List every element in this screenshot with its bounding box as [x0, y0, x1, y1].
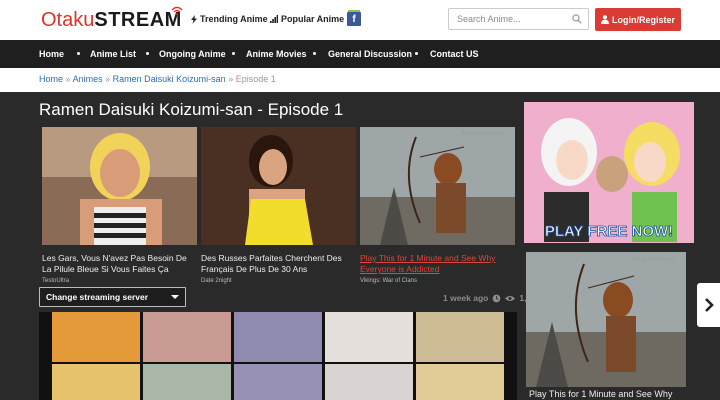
preview-frame	[325, 364, 413, 400]
preview-frame	[143, 364, 231, 400]
bolt-icon	[191, 14, 197, 24]
nav-ongoing-anime[interactable]: Ongoing Anime	[159, 40, 226, 68]
breadcrumb: Home » Animes » Ramen Daisuki Koizumi-sa…	[39, 74, 276, 84]
sponsored-card[interactable]: Des Russes Parfaites Cherchent Des Franç…	[201, 127, 356, 284]
streaming-server-select[interactable]: Change streaming server	[39, 287, 186, 307]
ad-caption[interactable]: Play This for 1 Minute and See Why Every…	[360, 253, 515, 275]
server-select-label: Change streaming server	[46, 292, 149, 302]
trending-label: Trending Anime	[200, 14, 268, 24]
popular-anime-link[interactable]: Popular Anime	[270, 14, 344, 24]
facebook-icon[interactable]: f	[347, 12, 361, 26]
next-slide-button[interactable]	[697, 283, 720, 327]
breadcrumb-home[interactable]: Home	[39, 74, 63, 84]
nav-separator	[415, 52, 418, 55]
episode-preview-grid[interactable]	[39, 312, 517, 400]
sponsored-card[interactable]: Play This for 1 Minute and See Why Every…	[360, 127, 515, 284]
breadcrumb-animes[interactable]: Animes	[73, 74, 103, 84]
page-title: Ramen Daisuki Koizumi-san - Episode 1	[39, 100, 344, 119]
ad-caption[interactable]: Des Russes Parfaites Cherchent Des Franç…	[201, 253, 356, 275]
nav-separator	[146, 52, 149, 55]
preview-frame	[416, 364, 504, 400]
preview-frame	[325, 312, 413, 362]
nav-general-discussion[interactable]: General Discussion	[328, 40, 412, 68]
preview-frame	[416, 312, 504, 362]
search-input[interactable]	[449, 9, 567, 29]
trending-anime-link[interactable]: Trending Anime	[191, 14, 268, 24]
nav-home[interactable]: Home	[39, 40, 64, 68]
ad-thumbnail[interactable]	[201, 127, 356, 245]
preview-frame	[52, 364, 140, 400]
ad-source: Date 2night	[201, 278, 232, 284]
nav-anime-movies[interactable]: Anime Movies	[246, 40, 307, 68]
sidebar-ad-caption[interactable]: Play This for 1 Minute and See Why	[529, 389, 672, 399]
chevron-down-icon	[171, 295, 179, 299]
game-banner-ad[interactable]: PLAY FREE NOW!	[524, 102, 694, 243]
logo-stream: STREAM	[94, 9, 182, 31]
search-box	[448, 8, 589, 30]
nav-separator	[313, 52, 316, 55]
preview-frame	[234, 312, 322, 362]
clock-icon	[492, 294, 501, 302]
login-label: Login/Register	[611, 14, 675, 25]
preview-frame	[143, 312, 231, 362]
nav-separator	[232, 52, 235, 55]
ad-source: Vikings: War of Clans	[360, 278, 418, 284]
banner-text: PLAY FREE NOW!	[545, 223, 673, 240]
site-logo[interactable]: OtakuSTREAM	[41, 6, 183, 31]
wifi-icon	[171, 6, 183, 16]
breadcrumb-current: Episode 1	[235, 74, 276, 84]
site-header: OtakuSTREAM Trending Anime Popular Anime…	[0, 0, 720, 40]
preview-frame	[234, 364, 322, 400]
breadcrumb-series[interactable]: Ramen Daisuki Koizumi-san	[113, 74, 226, 84]
ad-thumbnail[interactable]	[360, 127, 515, 245]
chevron-right-icon	[705, 298, 714, 312]
breadcrumb-separator: »	[65, 74, 71, 84]
breadcrumb-bar: Home » Animes » Ramen Daisuki Koizumi-sa…	[0, 68, 720, 92]
search-icon[interactable]	[572, 14, 582, 24]
eye-icon	[505, 295, 516, 301]
user-icon	[600, 15, 609, 24]
login-register-button[interactable]: Login/Register	[595, 8, 681, 31]
nav-contact-us[interactable]: Contact US	[430, 40, 479, 68]
sidebar-ad-thumbnail[interactable]	[526, 252, 686, 387]
ad-source: TestoUltra	[42, 278, 70, 284]
ad-badge[interactable]: Ads by Revcontent	[632, 257, 674, 263]
ad-thumbnail[interactable]	[42, 127, 197, 245]
nav-separator	[77, 52, 80, 55]
popular-label: Popular Anime	[281, 14, 345, 24]
logo-otaku: Otaku	[41, 9, 95, 31]
bars-icon	[270, 15, 278, 23]
nav-anime-list[interactable]: Anime List	[90, 40, 136, 68]
ad-caption[interactable]: Les Gars, Vous N'avez Pas Besoin De La P…	[42, 253, 197, 275]
posted-time: 1 week ago	[443, 293, 489, 303]
ad-badge[interactable]: Ads by Revcontent	[461, 131, 503, 137]
sponsored-card[interactable]: Les Gars, Vous N'avez Pas Besoin De La P…	[42, 127, 197, 284]
main-nav: Home Anime List Ongoing Anime Anime Movi…	[0, 40, 720, 68]
breadcrumb-separator: »	[228, 74, 234, 84]
preview-frame	[52, 312, 140, 362]
breadcrumb-separator: »	[105, 74, 111, 84]
